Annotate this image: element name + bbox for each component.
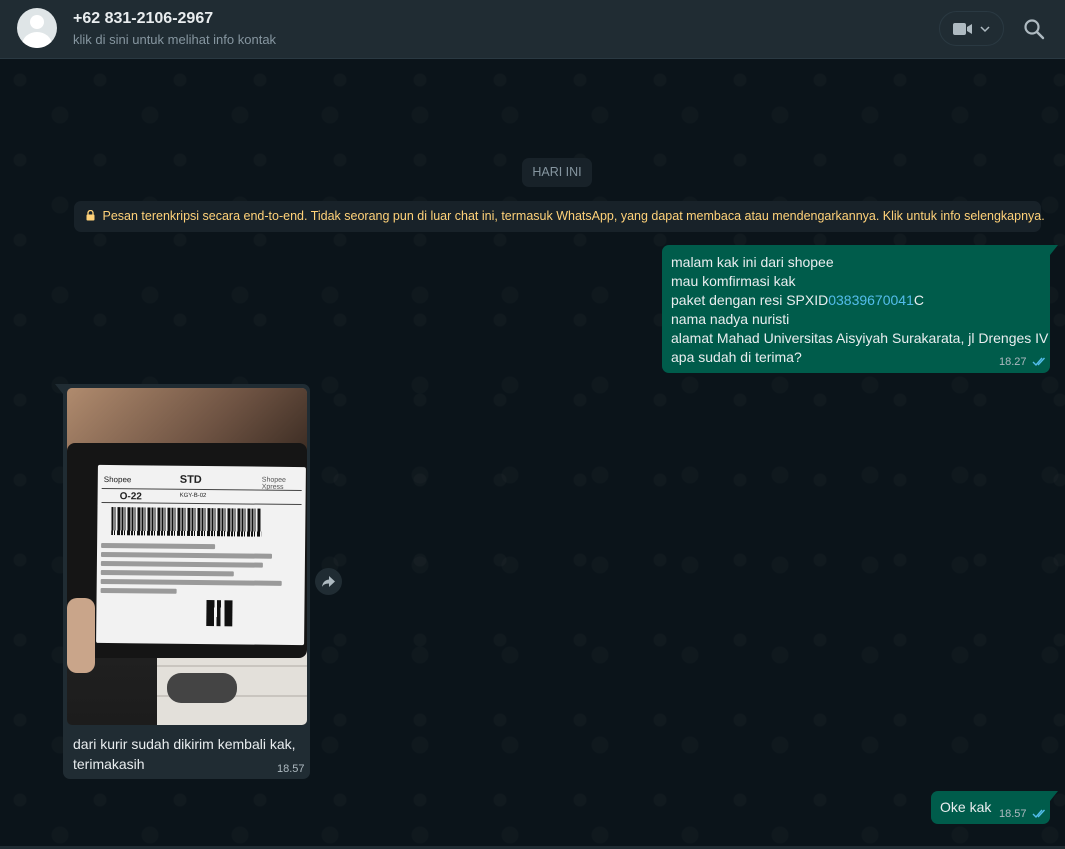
message-meta: 18.57 <box>999 808 1048 820</box>
bubble-tail <box>55 384 63 394</box>
contact-subtitle[interactable]: klik di sini untuk melihat info kontak <box>73 32 276 47</box>
message-line: mau komfirmasi kak <box>671 273 796 289</box>
label-brand: Shopee <box>103 474 132 485</box>
video-call-button[interactable] <box>939 11 1004 46</box>
qr-code <box>206 600 233 627</box>
shipping-label: Shopee STD Shopee Xpress O-22 KGY-B-02 <box>96 464 306 646</box>
label-address-block <box>100 542 292 599</box>
avatar-body <box>22 32 52 48</box>
photo-shoe <box>167 673 237 703</box>
caption-line: terimakasih <box>73 756 145 772</box>
lock-icon <box>86 210 95 221</box>
contact-name[interactable]: +62 831-2106-2967 <box>73 10 213 28</box>
message-meta: 18.27 <box>999 356 1048 368</box>
bubble-tail <box>1050 791 1058 801</box>
search-icon <box>1024 19 1045 40</box>
encryption-notice[interactable]: Pesan terenkripsi secara end-to-end. Tid… <box>74 201 1045 232</box>
photo-hand <box>67 598 95 673</box>
barcode <box>111 507 262 537</box>
avatar[interactable] <box>17 8 57 48</box>
date-divider: HARI INI <box>522 158 592 187</box>
caption-line: dari kurir sudah dikirim kembali kak, <box>73 736 296 752</box>
outgoing-message[interactable]: Oke kak 18.57 <box>931 791 1050 824</box>
message-time: 18.57 <box>277 763 305 775</box>
chevron-down-icon <box>980 26 990 33</box>
message-line: apa sudah di terima? <box>671 349 802 365</box>
read-ticks-icon <box>1032 357 1045 367</box>
message-text: paket dengan resi SPXID <box>671 292 829 308</box>
message-photo[interactable]: Shopee STD Shopee Xpress O-22 KGY-B-02 <box>67 388 307 725</box>
label-service: STD <box>179 473 202 487</box>
message-time: 18.27 <box>999 356 1027 368</box>
outgoing-message[interactable]: malam kak ini dari shopee mau komfirmasi… <box>662 245 1050 373</box>
label-route: KGY-B-02 <box>179 492 207 500</box>
avatar-head <box>30 15 44 29</box>
label-express: Shopee Xpress <box>261 476 286 491</box>
forward-icon <box>322 576 335 587</box>
message-line: alamat Mahad Universitas Aisyiyah Suraka… <box>671 330 1049 346</box>
encryption-notice-text: Pesan terenkripsi secara end-to-end. Tid… <box>102 209 1045 223</box>
incoming-image-message[interactable]: Shopee STD Shopee Xpress O-22 KGY-B-02 d… <box>63 384 310 779</box>
message-text: Oke kak <box>940 799 992 815</box>
label-sort-code: O-22 <box>119 491 142 503</box>
message-line: malam kak ini dari shopee <box>671 254 834 270</box>
message-line: nama nadya nuristi <box>671 311 790 327</box>
image-caption: dari kurir sudah dikirim kembali kak, te… <box>73 734 308 774</box>
chat-header[interactable]: +62 831-2106-2967 klik di sini untuk mel… <box>0 0 1065 59</box>
message-text: C <box>913 292 924 308</box>
bubble-tail <box>1050 245 1058 255</box>
phone-number-link[interactable]: 03839670041 <box>828 292 914 308</box>
message-time: 18.57 <box>999 808 1027 820</box>
search-button[interactable] <box>1022 17 1046 41</box>
read-ticks-icon <box>1032 809 1045 819</box>
video-call-icon <box>953 23 990 35</box>
forward-button[interactable] <box>315 568 342 595</box>
message-line: paket dengan resi SPXID03839670041C <box>671 291 1048 310</box>
